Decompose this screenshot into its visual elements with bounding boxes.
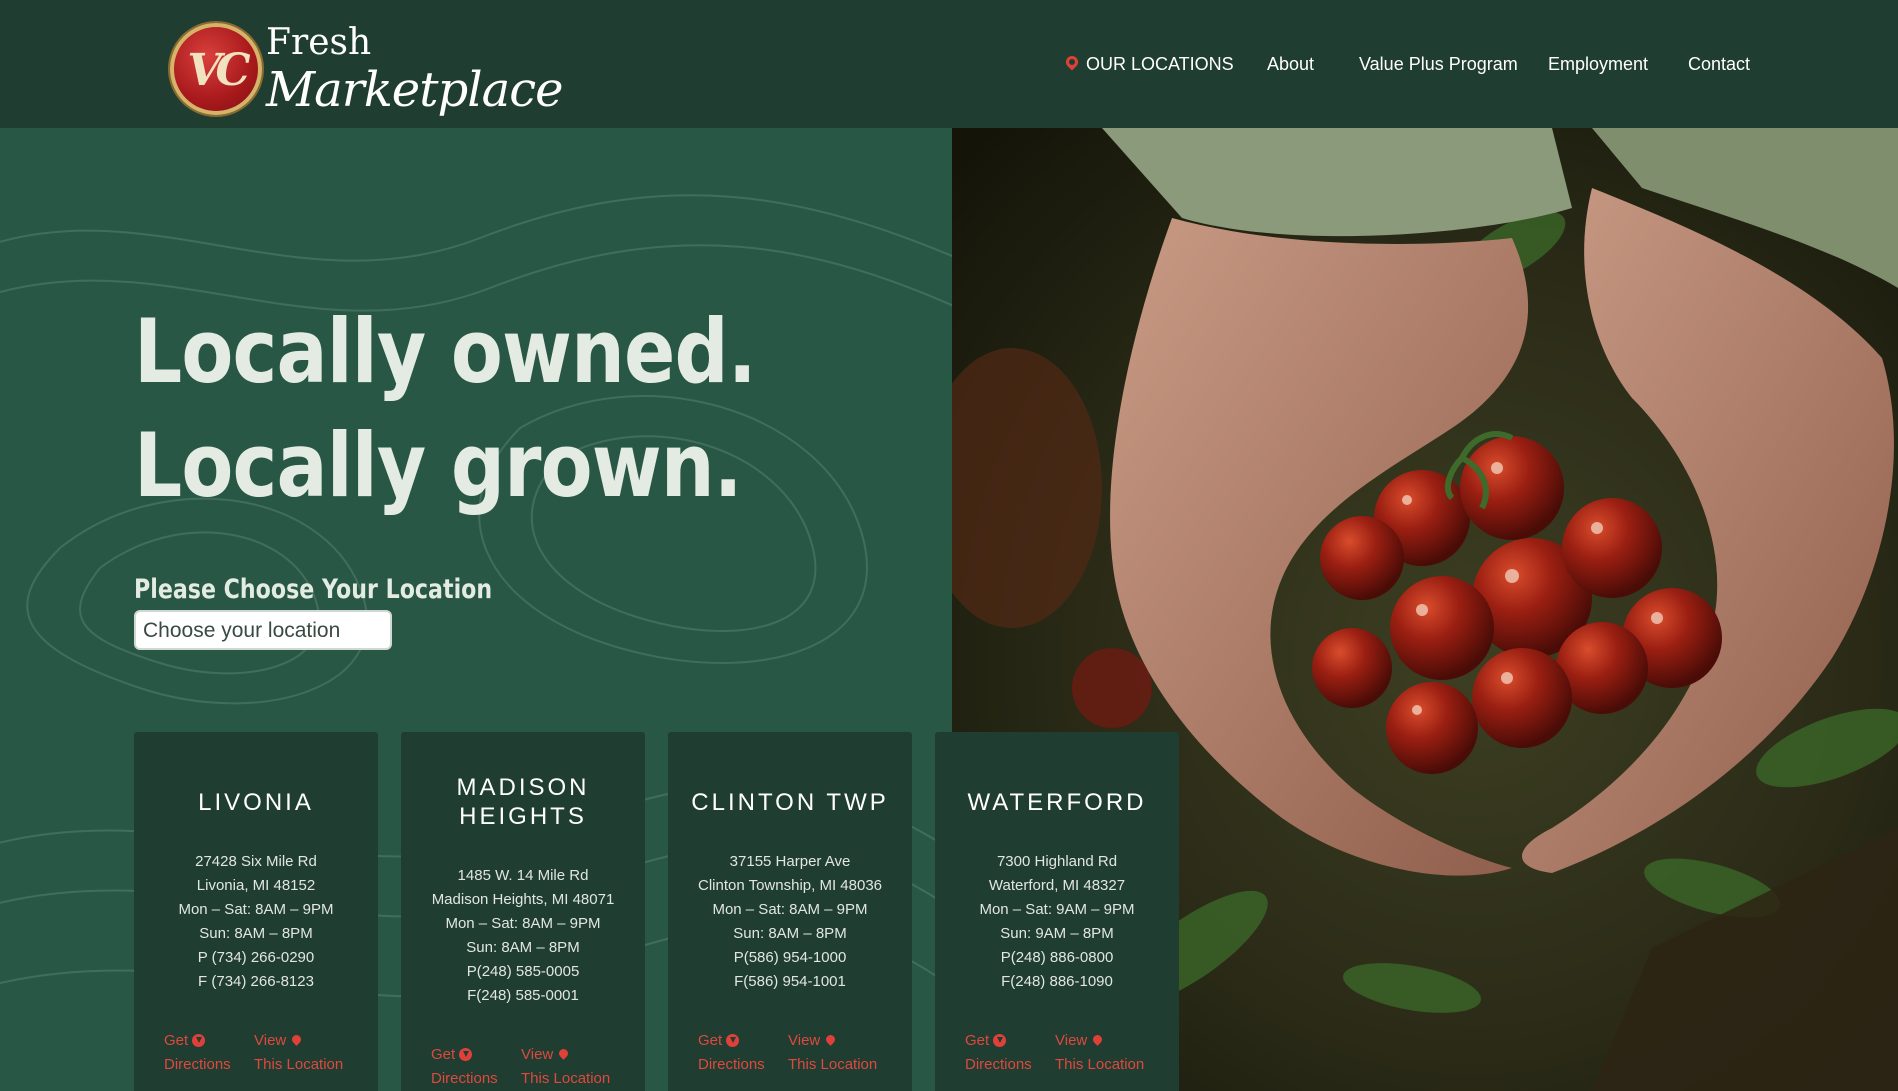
location-card-clinton-twp: CLINTON TWP 37155 Harper Ave Clinton Tow… <box>668 732 912 1091</box>
link-text: Directions <box>698 1056 765 1073</box>
hero-headline: Locally owned. Locally grown. <box>134 295 788 523</box>
sunday-hours: Sun: 9AM – 8PM <box>1000 925 1114 942</box>
map-pin-icon <box>290 1033 304 1046</box>
map-pin-icon <box>1063 53 1081 71</box>
location-name-line: HEIGHTS <box>459 803 587 830</box>
directions-icon <box>993 1034 1007 1047</box>
link-text: Get <box>164 1032 189 1049</box>
location-details: 37155 Harper Ave Clinton Township, MI 48… <box>668 850 912 994</box>
sunday-hours: Sun: 8AM – 8PM <box>199 925 313 942</box>
location-name: LIVONIA <box>198 789 314 816</box>
city-line: Livonia, MI 48152 <box>196 877 316 894</box>
location-details: 27428 Six Mile Rd Livonia, MI 48152 Mon … <box>134 850 378 994</box>
directions-icon <box>192 1034 206 1047</box>
location-name: CLINTON TWP <box>691 789 889 816</box>
directions-icon <box>459 1048 473 1061</box>
fax: F(248) 886-1090 <box>1001 973 1113 990</box>
link-text: Directions <box>965 1056 1032 1073</box>
fax: F(248) 585-0001 <box>467 987 579 1004</box>
view-location-link[interactable]: View This Location <box>521 1043 610 1091</box>
view-location-link[interactable]: View This Location <box>788 1029 877 1077</box>
link-text: This Location <box>1055 1056 1145 1073</box>
link-text: Directions <box>431 1070 498 1087</box>
location-details: 7300 Highland Rd Waterford, MI 48327 Mon… <box>935 850 1179 994</box>
view-location-link[interactable]: View This Location <box>254 1029 343 1077</box>
location-details: 1485 W. 14 Mile Rd Madison Heights, MI 4… <box>401 864 645 1008</box>
link-text: View <box>521 1046 554 1063</box>
main-nav: OUR LOCATIONS About Value Plus Program E… <box>0 53 1898 84</box>
phone[interactable]: P (734) 266-0290 <box>134 946 378 970</box>
address-line: 1485 W. 14 Mile Rd <box>457 867 589 884</box>
location-select[interactable]: Choose your location <box>134 610 392 650</box>
phone[interactable]: P(248) 585-0005 <box>401 960 645 984</box>
nav-contact[interactable]: Contact <box>1688 54 1750 75</box>
location-name: WATERFORD <box>967 789 1147 816</box>
nav-value-plus-program[interactable]: Value Plus Program <box>1359 54 1518 75</box>
get-directions-link[interactable]: Get Directions <box>698 1029 765 1077</box>
sunday-hours: Sun: 8AM – 8PM <box>466 939 580 956</box>
map-pin-icon <box>557 1047 571 1060</box>
address-line: 7300 Highland Rd <box>996 853 1118 870</box>
link-text: This Location <box>788 1056 878 1073</box>
map-pin-icon <box>824 1033 838 1046</box>
link-text: View <box>788 1032 821 1049</box>
choose-location-label: Please Choose Your Location <box>134 574 493 605</box>
map-pin-icon <box>1091 1033 1105 1046</box>
view-location-link[interactable]: View This Location <box>1055 1029 1144 1077</box>
get-directions-link[interactable]: Get Directions <box>965 1029 1032 1077</box>
location-name-line: MADISON <box>456 774 590 801</box>
city-line: Waterford, MI 48327 <box>988 877 1126 894</box>
link-text: Directions <box>164 1056 231 1073</box>
link-text: Get <box>431 1046 456 1063</box>
link-text: This Location <box>254 1056 344 1073</box>
nav-about[interactable]: About <box>1267 54 1314 75</box>
location-card-waterford: WATERFORD 7300 Highland Rd Waterford, MI… <box>935 732 1179 1091</box>
address-line: 27428 Six Mile Rd <box>195 853 317 870</box>
link-text: View <box>254 1032 287 1049</box>
get-directions-link[interactable]: Get Directions <box>431 1043 498 1091</box>
headline-line-2: Locally grown. <box>134 414 743 517</box>
headline-line-1: Locally owned. <box>134 300 757 403</box>
location-name: MADISON HEIGHTS <box>401 773 645 831</box>
fax: F(586) 954-1001 <box>734 973 846 990</box>
weekday-hours: Mon – Sat: 8AM – 9PM <box>178 901 334 918</box>
phone[interactable]: P(586) 954-1000 <box>668 946 912 970</box>
site-header: VC Fresh Marketplace OUR LOCATIONS About… <box>0 0 1898 128</box>
weekday-hours: Mon – Sat: 9AM – 9PM <box>979 901 1135 918</box>
nav-label: OUR LOCATIONS <box>1086 54 1234 74</box>
sunday-hours: Sun: 8AM – 8PM <box>733 925 847 942</box>
link-text: Get <box>698 1032 723 1049</box>
weekday-hours: Mon – Sat: 8AM – 9PM <box>445 915 601 932</box>
location-card-livonia: LIVONIA 27428 Six Mile Rd Livonia, MI 48… <box>134 732 378 1091</box>
fax: F (734) 266-8123 <box>198 973 314 990</box>
get-directions-link[interactable]: Get Directions <box>164 1029 231 1077</box>
nav-employment[interactable]: Employment <box>1548 54 1648 75</box>
nav-our-locations[interactable]: OUR LOCATIONS <box>1063 53 1234 75</box>
weekday-hours: Mon – Sat: 8AM – 9PM <box>712 901 868 918</box>
city-line: Madison Heights, MI 48071 <box>431 891 615 908</box>
link-text: This Location <box>521 1070 611 1087</box>
city-line: Clinton Township, MI 48036 <box>698 877 882 894</box>
directions-icon <box>726 1034 740 1047</box>
address-line: 37155 Harper Ave <box>729 853 851 870</box>
link-text: View <box>1055 1032 1088 1049</box>
link-text: Get <box>965 1032 990 1049</box>
phone[interactable]: P(248) 886-0800 <box>935 946 1179 970</box>
location-card-madison-heights: MADISON HEIGHTS 1485 W. 14 Mile Rd Madis… <box>401 732 645 1091</box>
